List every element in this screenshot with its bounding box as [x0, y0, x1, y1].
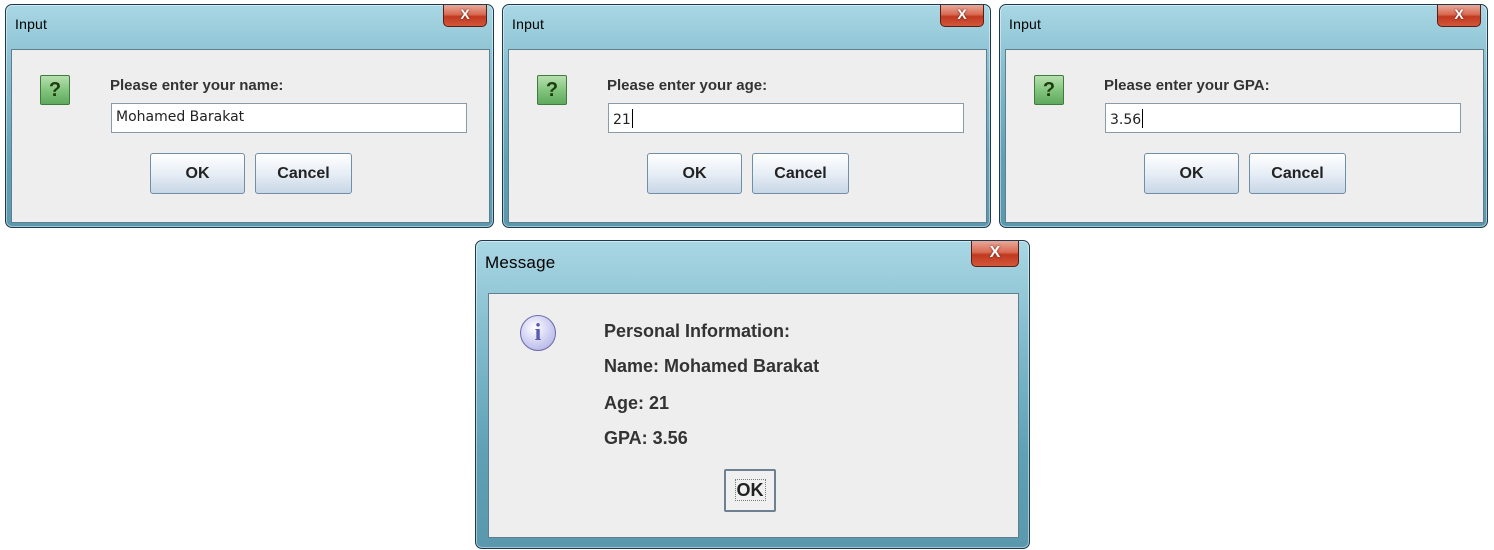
input-value: 21	[613, 112, 631, 128]
message-dialog: Message X i Personal Information: Name: …	[475, 240, 1030, 549]
ok-button[interactable]: OK	[647, 153, 742, 194]
text-caret	[631, 109, 633, 128]
gpa-input[interactable]: 3.56	[1105, 103, 1461, 133]
cancel-button[interactable]: Cancel	[1249, 153, 1346, 194]
input-value: 3.56	[1110, 112, 1142, 128]
question-icon: ?	[40, 75, 70, 105]
question-icon: ?	[537, 75, 567, 105]
input-dialog-gpa: Input X ? Please enter your GPA: 3.56 OK…	[999, 4, 1488, 228]
input-value: Mohamed Barakat	[116, 109, 245, 125]
dialog-title: Input	[1009, 16, 1042, 32]
prompt-label: Please enter your age:	[607, 77, 768, 94]
dialog-client-area: ? Please enter your name: Mohamed Baraka…	[11, 49, 490, 223]
dialog-title: Message	[485, 253, 556, 272]
information-icon: i	[520, 315, 556, 351]
cancel-button[interactable]: Cancel	[255, 153, 352, 194]
dialog-title: Input	[512, 16, 545, 32]
ok-button[interactable]: OK	[724, 469, 776, 512]
name-input[interactable]: Mohamed Barakat	[111, 103, 467, 133]
close-button[interactable]: X	[1437, 5, 1481, 27]
question-icon: ?	[1034, 75, 1064, 105]
message-age-line: Age: 21	[604, 393, 670, 413]
input-dialog-name: Input X ? Please enter your name: Mohame…	[5, 4, 494, 228]
text-caret	[1142, 109, 1144, 128]
input-dialog-age: Input X ? Please enter your age: 21 OK C…	[502, 4, 991, 228]
message-gpa-line: GPA: 3.56	[604, 428, 688, 448]
dialog-client-area: ? Please enter your age: 21 OK Cancel	[508, 49, 987, 223]
age-input[interactable]: 21	[608, 103, 964, 133]
ok-button-label: OK	[734, 479, 766, 501]
ok-button[interactable]: OK	[150, 153, 245, 194]
close-button[interactable]: X	[940, 5, 984, 27]
ok-button[interactable]: OK	[1144, 153, 1239, 194]
dialog-title: Input	[15, 16, 48, 32]
close-button[interactable]: X	[443, 5, 487, 27]
prompt-label: Please enter your GPA:	[1104, 77, 1270, 94]
cancel-button[interactable]: Cancel	[752, 153, 849, 194]
close-button[interactable]: X	[971, 241, 1019, 267]
dialog-client-area: ? Please enter your GPA: 3.56 OK Cancel	[1005, 49, 1484, 223]
message-heading: Personal Information:	[604, 321, 791, 341]
dialog-client-area: i Personal Information: Name: Mohamed Ba…	[488, 293, 1019, 538]
message-name-line: Name: Mohamed Barakat	[604, 356, 820, 376]
prompt-label: Please enter your name:	[110, 77, 284, 94]
